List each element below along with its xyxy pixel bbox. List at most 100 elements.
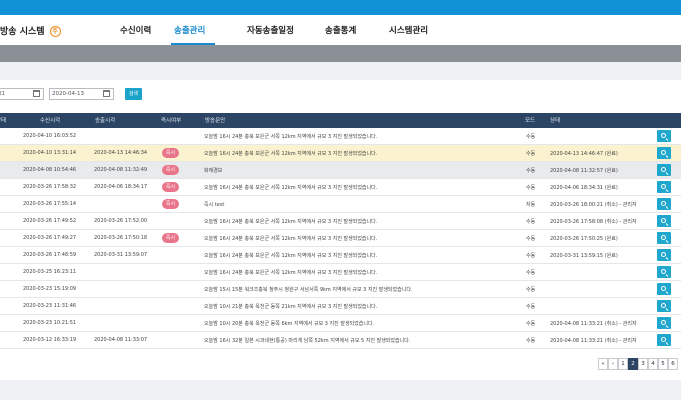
view-button[interactable] [657, 130, 671, 142]
received-time: 2020-03-26 17:55:14 [23, 201, 77, 207]
table-row[interactable]: 2020-03-26 17:49:27 2020-03-26 17:50:18 … [0, 230, 681, 247]
immediate-badge: 즉시 [162, 199, 179, 209]
column-header: 모드 [525, 118, 536, 124]
table-row[interactable]: 2020-03-26 17:48:59 2020-03-31 13:59:07 … [0, 247, 681, 264]
nav-auto-schedule[interactable]: 자동송출일정 [247, 24, 294, 36]
search-icon-handle [665, 155, 669, 158]
view-button[interactable] [657, 283, 671, 295]
nav-system-admin[interactable]: 시스템관리 [389, 24, 428, 36]
search-icon [661, 201, 666, 206]
table-row[interactable]: 2020-04-10 16:03:52 오늘밤 16시 24분 충북 보은군 서… [0, 128, 681, 145]
page-button-current[interactable]: 2 [628, 358, 638, 370]
mode: 수동 [526, 304, 536, 310]
mode: 수동 [526, 185, 536, 191]
view-button[interactable] [657, 181, 671, 193]
message: 오늘밤 10시 20분 충북 옥천군 동쪽 6km 지역에서 규모 3 지진 발… [204, 321, 375, 327]
column-header: 상태 [550, 118, 561, 124]
first-page-button[interactable]: « [598, 358, 608, 370]
mode: 수동 [526, 134, 536, 140]
sent-time: 2020-04-08 11:33:07 [94, 337, 148, 343]
table-row[interactable]: 2020-03-26 17:49:52 2020-03-26 17:52:00 … [0, 213, 681, 230]
search-button[interactable]: 검색 [125, 88, 142, 100]
header: 방송 시스템 주 수신이력 송출관리 자동송출일정 송출통계 시스템관리 [0, 15, 681, 45]
page-button[interactable]: 6 [668, 358, 678, 370]
status: 2020-03-26 18:00:21 (취소) - 관리자 [550, 202, 637, 208]
received-time: 2020-04-08 10:54:46 [23, 167, 77, 173]
column-header: 즉시여부 [161, 118, 182, 124]
table-row[interactable]: 2020-04-10 13:31:14 2020-04-13 14:46:34 … [0, 145, 681, 162]
received-time: 2020-04-10 13:31:14 [23, 150, 77, 156]
brand: 방송 시스템 주 [0, 24, 61, 37]
view-button[interactable] [657, 249, 671, 261]
received-time: 2020-03-26 17:49:27 [23, 235, 77, 241]
mode: 수동 [526, 151, 536, 157]
search-icon-handle [665, 223, 669, 226]
view-button[interactable] [657, 232, 671, 244]
table-row[interactable]: 2020-03-26 17:55:14 즉시 즉시 test 자동 2020-0… [0, 196, 681, 213]
message: 오늘밤 16시 24분 충북 보은군 서쪽 12km 지역에서 규모 3 지진 … [204, 253, 378, 259]
page-button[interactable]: 4 [648, 358, 658, 370]
view-button[interactable] [657, 334, 671, 346]
immediate-badge: 즉시 [162, 148, 179, 158]
view-button[interactable] [657, 147, 671, 159]
end-date-input[interactable]: 2020-04-13 [49, 88, 114, 100]
received-time: 2020-03-23 15:19:09 [23, 286, 77, 292]
message: 즉시 test [204, 202, 225, 208]
sent-time: 2020-04-13 14:46:34 [94, 150, 148, 156]
page-button[interactable]: 5 [658, 358, 668, 370]
search-icon [661, 252, 666, 257]
table-row[interactable]: 2020-03-23 15:19:09 오늘밤 15시 15분 워크즈충북 청주… [0, 281, 681, 298]
column-header: 방송문안 [205, 118, 226, 124]
view-button[interactable] [657, 215, 671, 227]
view-button[interactable] [657, 198, 671, 210]
prev-page-button[interactable]: ‹ [608, 358, 618, 370]
received-time: 2020-03-23 11:31:46 [23, 303, 77, 309]
table-row[interactable]: 2020-03-23 10:21:51 오늘밤 10시 20분 충북 옥천군 동… [0, 315, 681, 332]
table-row[interactable]: 2020-03-12 16:33:19 2020-04-08 11:33:07 … [0, 332, 681, 349]
search-icon-handle [665, 206, 669, 209]
page-button[interactable]: 1 [618, 358, 628, 370]
view-button[interactable] [657, 317, 671, 329]
search-icon [661, 286, 666, 291]
footer-band [0, 380, 681, 400]
nav-broadcast-management[interactable]: 송출관리 [174, 24, 205, 36]
brand-badge: 주 [49, 26, 61, 37]
table-row[interactable]: 2020-04-08 10:54:46 2020-04-08 11:32:49 … [0, 162, 681, 179]
immediate-badge: 즉시 [162, 233, 179, 243]
search-icon-handle [665, 274, 669, 277]
status: 2020-03-26 17:58:08 (취소) - 관리자 [550, 219, 637, 225]
nav-received-history[interactable]: 수신이력 [120, 24, 151, 36]
status: 2020-04-06 18:34:31 (완료) [550, 185, 618, 191]
view-button[interactable] [657, 300, 671, 312]
table-row[interactable]: 2020-03-23 11:31:46 오늘밤 10시 21분 충북 옥천군 동… [0, 298, 681, 315]
message: 오늘밤 16시 32분 일본 시과네현(통공) 마리게 남쪽 52km 지역에서… [204, 338, 411, 344]
message: 오늘밤 16시 24분 충북 보은군 서쪽 12km 지역에서 규모 3 지진 … [204, 151, 378, 157]
sent-time: 2020-03-31 13:59:07 [94, 252, 148, 258]
calendar-icon[interactable] [103, 90, 110, 97]
view-button[interactable] [657, 266, 671, 278]
search-icon [661, 218, 666, 223]
mode: 자동 [526, 202, 536, 208]
calendar-icon[interactable] [33, 90, 40, 97]
sent-time: 2020-03-26 17:52:00 [94, 218, 148, 224]
mode: 수동 [526, 236, 536, 242]
message: 오늘밤 16시 24분 충북 보은군 서쪽 12km 지역에서 규모 3 지진 … [204, 185, 378, 191]
message: 오늘밤 16시 24분 충북 보은군 서쪽 12km 지역에서 규모 3 지진 … [204, 134, 378, 140]
mode: 수동 [526, 219, 536, 225]
search-icon-handle [665, 257, 669, 260]
message: 오늘밤 16시 24분 충북 보은군 서쪽 12km 지역에서 규모 3 지진 … [204, 236, 378, 242]
view-button[interactable] [657, 164, 671, 176]
immediate-badge: 즉시 [162, 182, 179, 192]
start-date-input[interactable]: 2020-02-01 [0, 88, 44, 100]
search-icon [661, 150, 666, 155]
nav-statistics[interactable]: 송출통계 [325, 24, 356, 36]
search-icon [661, 167, 666, 172]
mode: 수동 [526, 287, 536, 293]
search-icon [661, 337, 666, 342]
table-row[interactable]: 2020-03-25 16:23:11 오늘밤 16시 24분 충북 보은군 서… [0, 264, 681, 281]
page-button[interactable]: 3 [638, 358, 648, 370]
received-time: 2020-04-10 16:03:52 [23, 133, 77, 139]
table-row[interactable]: 2020-03-26 17:58:32 2020-04-06 18:34:17 … [0, 179, 681, 196]
search-icon-handle [665, 291, 669, 294]
mode: 수동 [526, 168, 536, 174]
